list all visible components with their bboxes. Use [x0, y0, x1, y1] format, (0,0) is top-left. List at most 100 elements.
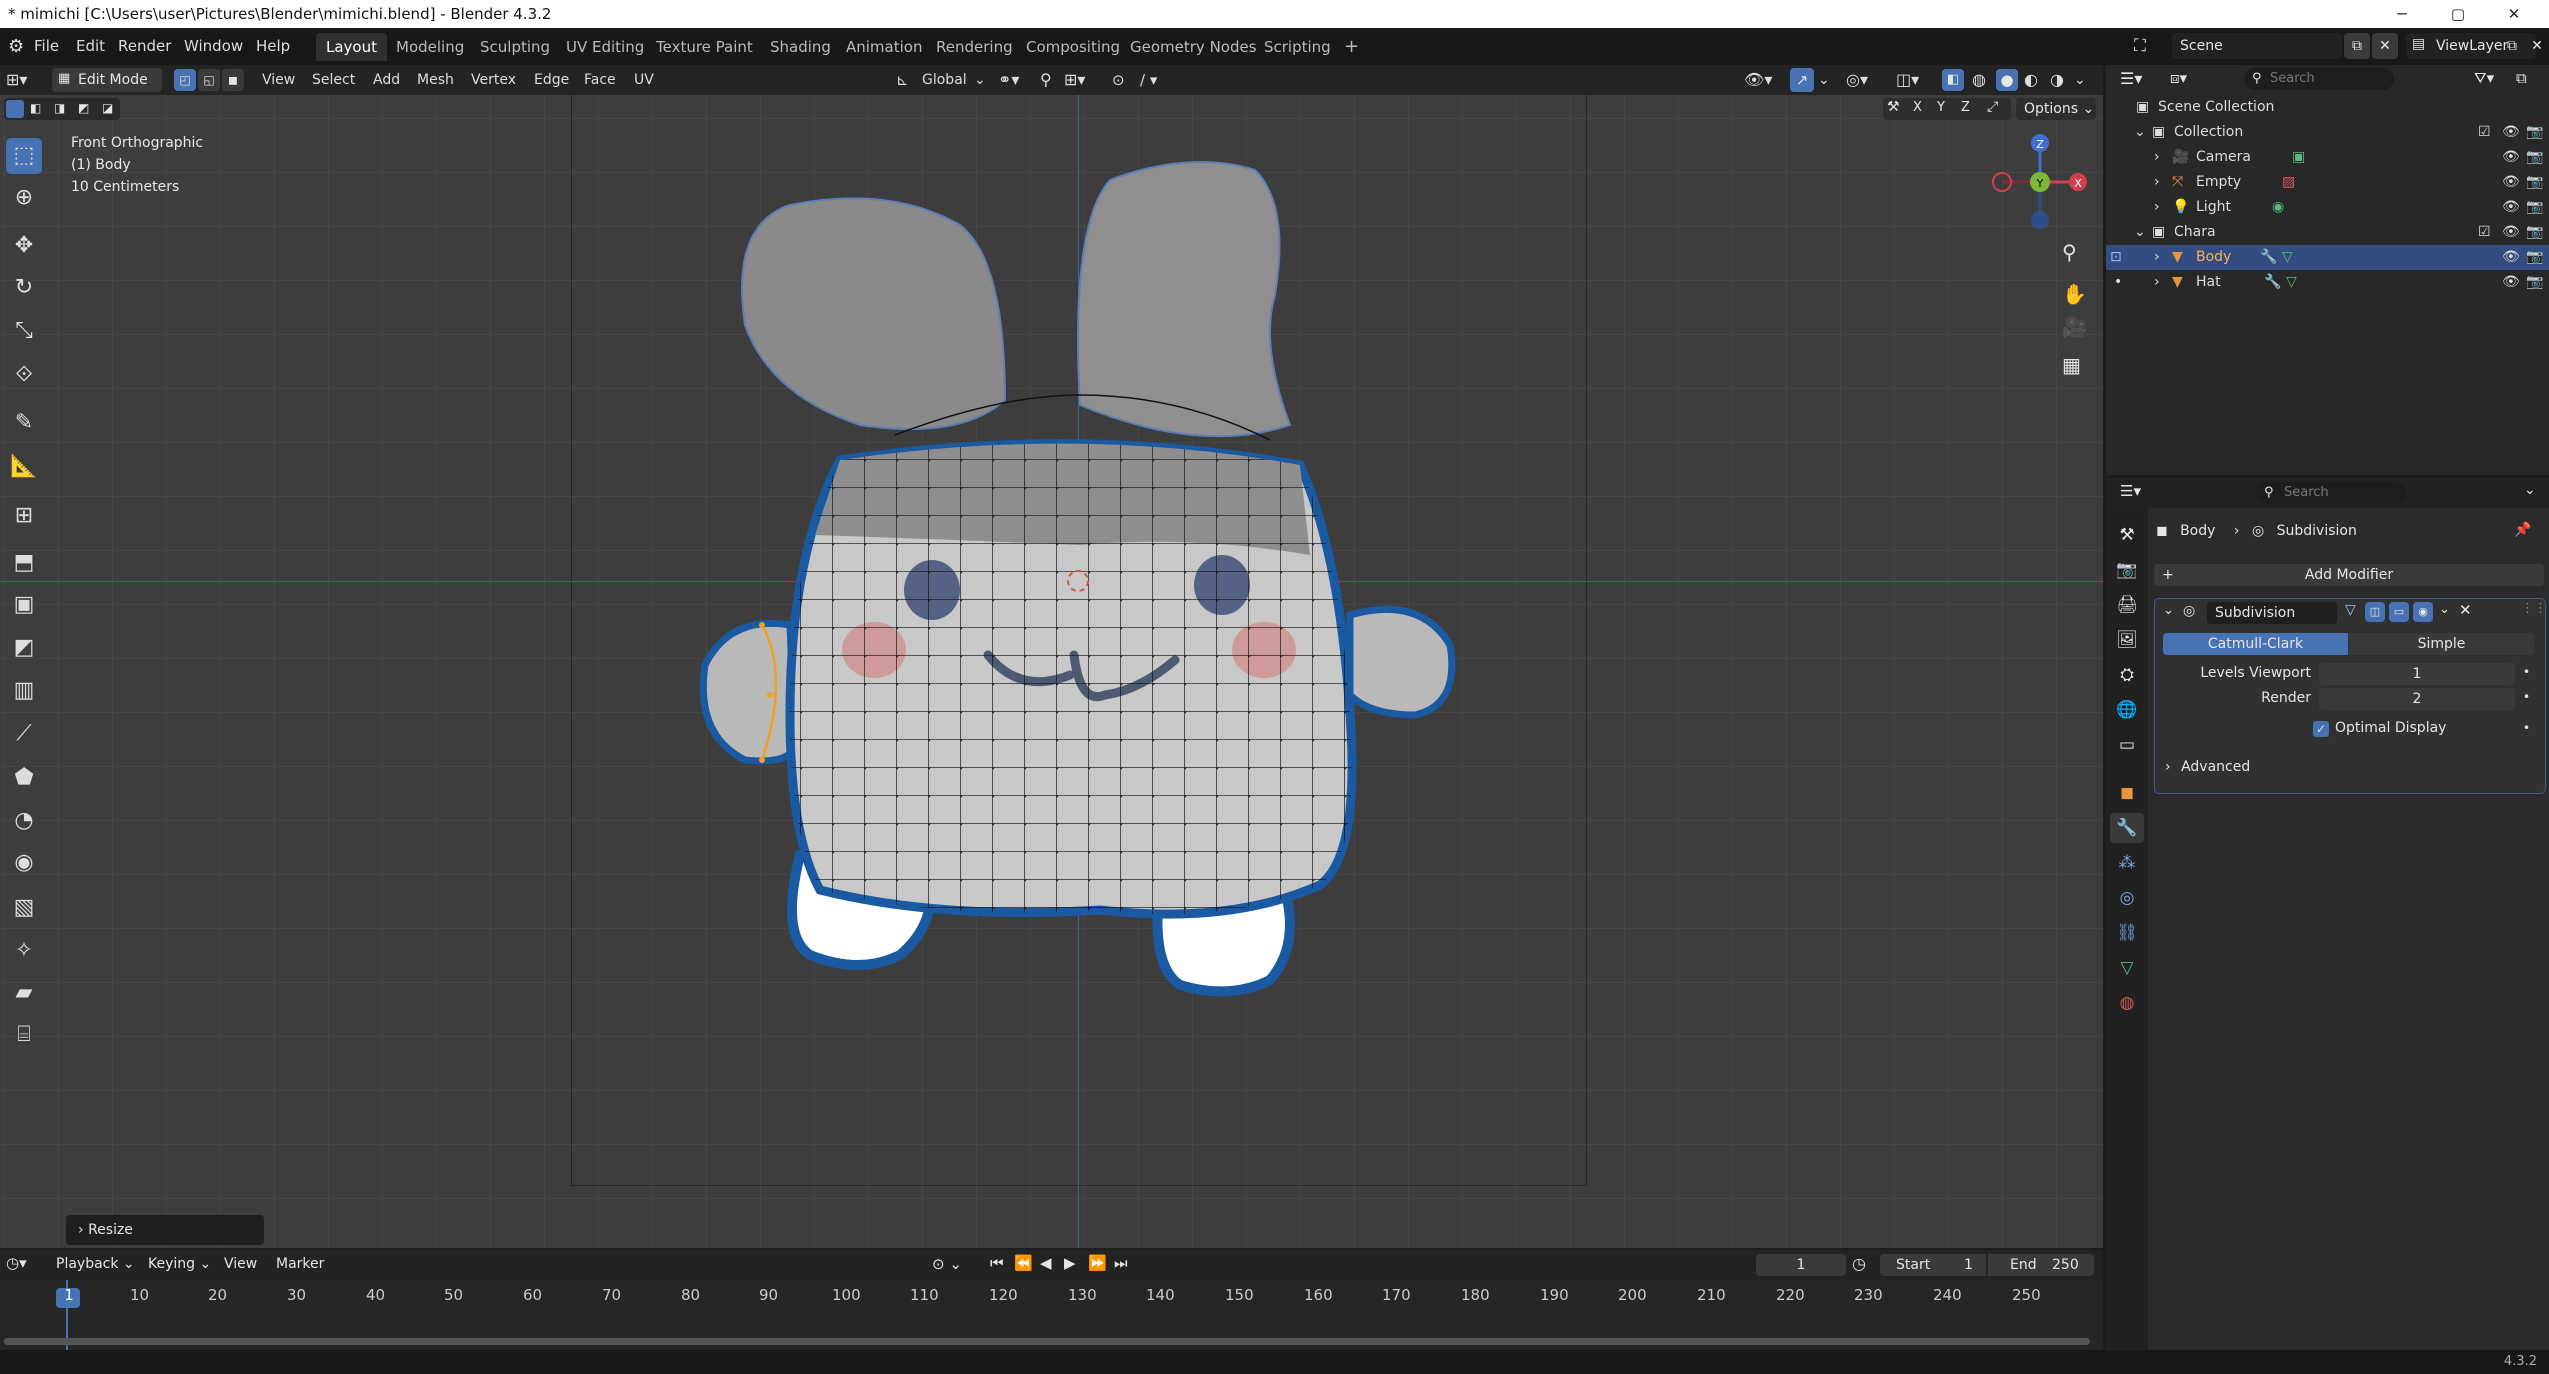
tab-modeling[interactable]: Modeling: [386, 33, 474, 61]
menu-help[interactable]: Help: [256, 28, 290, 65]
physics-tab-icon[interactable]: ◎: [2110, 883, 2144, 913]
tool-tab-icon[interactable]: ⚒: [2110, 520, 2144, 550]
editor-type-icon[interactable]: ⊞▾: [6, 65, 27, 95]
eye-icon[interactable]: 👁: [2502, 220, 2520, 245]
new-view-layer-icon[interactable]: ⧉: [2500, 33, 2524, 59]
keyframe-dot-icon[interactable]: •: [2523, 690, 2530, 704]
tab-shading[interactable]: Shading: [760, 33, 841, 61]
menu-render[interactable]: Render: [118, 28, 171, 65]
select-invert-icon[interactable]: ◩: [78, 101, 89, 115]
timeline-scrollbar[interactable]: [4, 1338, 2090, 1345]
chevron-down-icon[interactable]: ⌄: [2163, 603, 2174, 618]
shear-icon[interactable]: ▰: [6, 975, 42, 1011]
menu-marker[interactable]: Marker: [276, 1256, 324, 1272]
checkbox-icon[interactable]: ☑: [2478, 120, 2491, 145]
chevron-right-icon[interactable]: ›: [2154, 170, 2160, 195]
add-modifier-button[interactable]: + Add Modifier: [2154, 564, 2544, 586]
xray-toggle-icon[interactable]: ◧: [1942, 69, 1964, 91]
cursor-icon[interactable]: ⊕: [6, 180, 42, 216]
clock-icon[interactable]: ◷: [1852, 1254, 1866, 1273]
chevron-down-icon[interactable]: ⌄: [2134, 120, 2146, 145]
bevel-icon[interactable]: ◩: [6, 630, 42, 666]
chevron-down-icon[interactable]: ⌄: [2524, 482, 2536, 498]
gizmo-toggle-icon[interactable]: ↗: [1790, 68, 1814, 92]
jump-keyframe-forward-icon[interactable]: ⏩: [1088, 1254, 1107, 1272]
outliner-row-hat[interactable]: • › ▼ Hat 🔧 ▽ 👁 📷: [2106, 270, 2549, 295]
proportional-edit-icon[interactable]: ⊙: [1112, 65, 1125, 95]
output-tab-icon[interactable]: 🖨: [2110, 590, 2144, 620]
measure-icon[interactable]: 📐: [6, 449, 42, 485]
collection-tab-icon[interactable]: ▭: [2110, 730, 2144, 760]
add-workspace-button[interactable]: +: [1334, 33, 1369, 61]
annotate-icon[interactable]: ✎: [6, 405, 42, 441]
pan-hand-icon[interactable]: ✋: [2062, 282, 2087, 306]
camera-render-icon[interactable]: 📷: [2526, 195, 2543, 220]
new-scene-icon[interactable]: ⧉: [2344, 33, 2370, 59]
current-frame-field[interactable]: 1: [1756, 1254, 1846, 1276]
select-intersect-icon[interactable]: ◪: [102, 101, 113, 115]
filter-icon[interactable]: ⛛▾: [2474, 69, 2494, 87]
maximize-button[interactable]: ▢: [2430, 0, 2486, 28]
render-tab-icon[interactable]: 📷: [2110, 555, 2144, 585]
simple-button[interactable]: Simple: [2349, 633, 2534, 655]
gizmo-dropdown-icon[interactable]: ⌄: [1818, 65, 1830, 95]
remove-modifier-icon[interactable]: ✕: [2459, 601, 2472, 619]
new-collection-icon[interactable]: ⧉: [2516, 69, 2527, 87]
jump-start-icon[interactable]: ⏮: [990, 1254, 1004, 1272]
outliner-row-body[interactable]: ⊡ › ▼ Body 🔧 ▽ 👁 📷: [2106, 245, 2549, 270]
object-tab-icon[interactable]: ◼: [2110, 778, 2144, 808]
edge-slide-icon[interactable]: ▧: [6, 890, 42, 926]
menu-playback[interactable]: Playback ⌄: [56, 1256, 135, 1272]
view-layer-tab-icon[interactable]: 🖼: [2110, 625, 2144, 655]
options-dropdown[interactable]: Options ⌄: [2016, 98, 2096, 120]
shrink-fatten-icon[interactable]: ✧: [6, 933, 42, 969]
levels-viewport-field[interactable]: 1: [2319, 663, 2515, 685]
chevron-right-icon[interactable]: ›: [2154, 195, 2160, 220]
edit-mode-toggle-icon[interactable]: ◫: [2365, 602, 2385, 622]
menu-view[interactable]: View: [262, 65, 295, 95]
shading-dropdown-icon[interactable]: ⌄: [2074, 65, 2086, 95]
ortho-grid-icon[interactable]: ▦: [2062, 353, 2081, 377]
constraints-tab-icon[interactable]: ⛓: [2110, 918, 2144, 948]
rendered-shading-icon[interactable]: ◑: [2050, 65, 2064, 95]
outliner-row-scene-collection[interactable]: ▣ Scene Collection: [2106, 95, 2549, 120]
vertex-select-icon[interactable]: ◰: [174, 69, 196, 91]
tab-rendering[interactable]: Rendering: [926, 33, 1023, 61]
chevron-right-icon[interactable]: ›: [2154, 270, 2160, 295]
face-select-icon[interactable]: ◼: [222, 69, 244, 91]
play-reverse-icon[interactable]: ◀: [1040, 1254, 1052, 1272]
tab-texture-paint[interactable]: Texture Paint: [646, 33, 763, 61]
on-cage-icon[interactable]: ▽: [2345, 602, 2356, 618]
menu-mesh[interactable]: Mesh: [417, 65, 454, 95]
loop-cut-icon[interactable]: ▥: [6, 673, 42, 709]
poly-build-icon[interactable]: ⬟: [6, 760, 42, 796]
snap-target-icon[interactable]: ⊞▾: [1064, 65, 1085, 95]
chevron-right-icon[interactable]: ›: [2154, 245, 2160, 270]
solid-shading-icon[interactable]: ●: [1996, 69, 2018, 91]
scene-selector[interactable]: Scene: [2172, 33, 2342, 59]
extrude-icon[interactable]: ⬒: [6, 545, 42, 581]
camera-render-icon[interactable]: 📷: [2526, 120, 2543, 145]
modifier-menu-icon[interactable]: ⌄: [2439, 602, 2450, 617]
outliner-row-camera[interactable]: › 🎥 Camera ▣ 👁 📷: [2106, 145, 2549, 170]
menu-uv[interactable]: UV: [634, 65, 654, 95]
select-box-icon[interactable]: ⬚: [6, 138, 42, 174]
advanced-subpanel[interactable]: › Advanced: [2165, 759, 2250, 775]
visibility-icon[interactable]: 👁▾: [1744, 65, 1772, 95]
material-shading-icon[interactable]: ◐: [2024, 65, 2038, 95]
menu-vertex[interactable]: Vertex: [471, 65, 516, 95]
jump-end-icon[interactable]: ⏭: [1114, 1254, 1128, 1272]
mesh-body[interactable]: [0, 95, 2103, 1248]
eye-icon[interactable]: 👁: [2502, 145, 2520, 170]
jump-keyframe-back-icon[interactable]: ⏪: [1014, 1254, 1033, 1272]
play-icon[interactable]: ▶: [1064, 1254, 1076, 1272]
keyframe-dot-icon[interactable]: •: [2523, 721, 2530, 735]
tab-scripting[interactable]: Scripting: [1254, 33, 1341, 61]
zoom-icon[interactable]: ⚲: [2062, 240, 2077, 264]
blender-logo-icon[interactable]: ⚙: [8, 28, 24, 65]
eye-icon[interactable]: 👁: [2502, 270, 2520, 295]
checkbox-icon[interactable]: ☑: [2478, 220, 2491, 245]
smooth-icon[interactable]: ◉: [6, 845, 42, 881]
menu-face[interactable]: Face: [584, 65, 616, 95]
transform-icon[interactable]: ⟐: [6, 357, 42, 393]
